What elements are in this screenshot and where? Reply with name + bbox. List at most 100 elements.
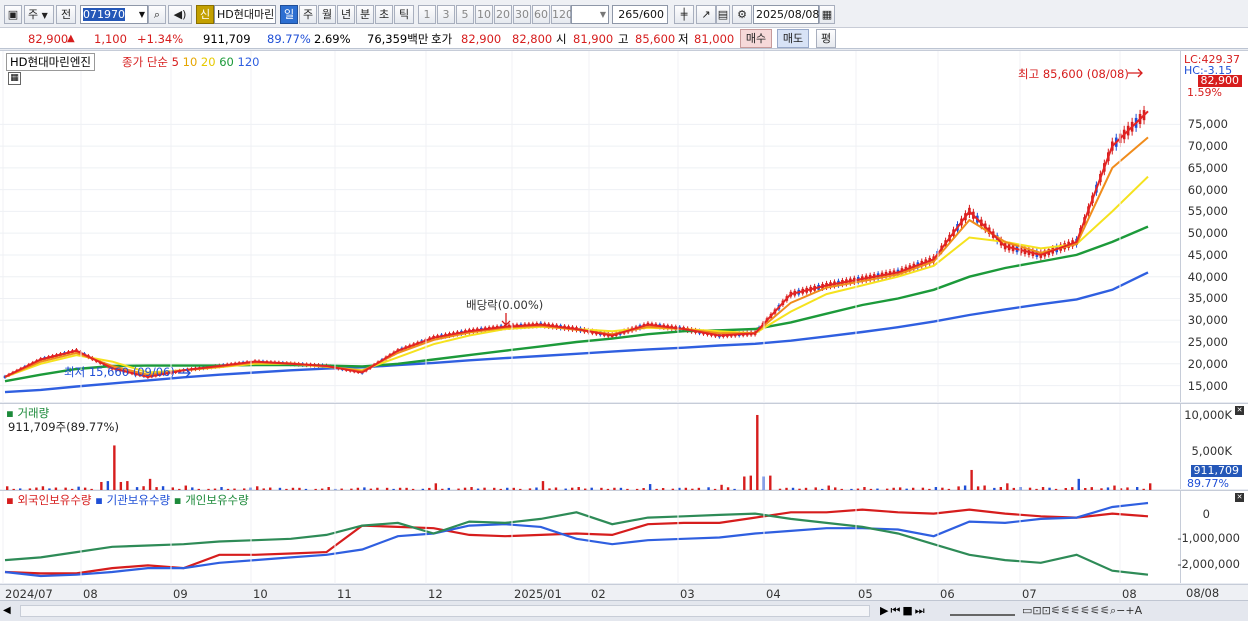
volume-bar <box>541 481 545 490</box>
y-tick-label: 75,000 <box>1187 117 1228 132</box>
date-input[interactable]: 2025/08/08 <box>753 5 819 24</box>
sell-button[interactable]: 매도 <box>777 29 809 48</box>
volume-chart[interactable] <box>0 404 1180 490</box>
speaker-icon[interactable]: ◀) <box>168 5 192 24</box>
scroll-left-icon[interactable]: ◀ <box>3 604 17 618</box>
volume-bar <box>126 481 129 490</box>
trade-amount: 76,359백만 <box>367 32 429 46</box>
custom-tick-select[interactable]: ▼ <box>571 5 609 24</box>
tick-5[interactable]: 5 <box>456 5 474 24</box>
y-tick-label: 55,000 <box>1187 204 1228 219</box>
chevron-down-icon[interactable]: ▼ <box>600 6 606 23</box>
price-change-pct: +1.34% <box>137 32 184 46</box>
current-price: 82,900 <box>28 32 69 46</box>
y-tick-label: 60,000 <box>1187 182 1228 197</box>
save-icon[interactable]: ▤ <box>716 5 730 24</box>
volume-panel: ▪ 거래량 911,709주(89.77%) 10,000K 5,000K 91… <box>0 403 1248 490</box>
volume-bar <box>1006 483 1009 490</box>
y-tick-label: 65,000 <box>1187 160 1228 175</box>
tick-1[interactable]: 1 <box>418 5 436 24</box>
zoom-slider[interactable] <box>950 606 1015 616</box>
dividend-annotation: 배당락(0.00%) <box>466 298 544 312</box>
ma60-legend: 60 <box>219 55 234 69</box>
x-axis: 2024/07 08 09 10 11 12 2025/01 02 03 04 05 06 07 08 0… <box>0 584 1248 601</box>
y-tick-label: 25,000 <box>1187 335 1228 350</box>
ma5-legend: 5 <box>171 55 179 69</box>
volume-value: 911,709 <box>203 32 251 46</box>
period-dropdown[interactable]: 주 ▼ <box>24 5 54 24</box>
buy-button[interactable]: 매수 <box>740 29 772 48</box>
y-tick-label: 35,000 <box>1187 291 1228 306</box>
tab-second[interactable]: 초 <box>375 5 393 24</box>
chart-title[interactable]: HD현대마린엔진 <box>6 53 95 71</box>
bottom-bar: ◀ ▶⏮■⏭ ▭⊡⊡⚟⚟⚟⚟⚟⚟⌕−+A <box>0 600 1248 621</box>
x-tick-label: 07 <box>1022 587 1037 601</box>
bid-price: 82,800 <box>512 32 553 46</box>
x-tick-label: 09 <box>173 587 188 601</box>
quote-bar: 82,900 ▲ 1,100 +1.34% 911,709 89.77% 2.6… <box>0 28 1248 49</box>
turnover-ratio: 2.69% <box>314 32 351 46</box>
price-panel: HD현대마린엔진 종가 단순 5 10 20 60 120 ▦ 최고 85,60… <box>0 50 1248 403</box>
chart-type-icon[interactable]: ▣ <box>4 5 22 24</box>
chart-tools-icons[interactable]: ▭⊡⊡⚟⚟⚟⚟⚟⚟⌕−+A <box>1022 604 1142 618</box>
tab-tick[interactable]: 틱 <box>394 5 414 24</box>
volume-ratio: 89.77% <box>267 32 311 46</box>
tick-30[interactable]: 30 <box>513 5 531 24</box>
search-icon[interactable]: ⌕ <box>148 5 166 24</box>
volume-bar <box>1149 483 1152 490</box>
open-label: 시 <box>556 32 567 46</box>
hold-tick-2m: -2,000,000 <box>1177 557 1240 571</box>
playback-controls[interactable]: ▶⏮■⏭ <box>880 604 927 618</box>
tab-yearly[interactable]: 년 <box>337 5 355 24</box>
x-tick-label: 08 <box>1122 587 1137 601</box>
tab-weekly[interactable]: 주 <box>299 5 317 24</box>
open-price: 81,900 <box>573 32 614 46</box>
tick-10[interactable]: 10 <box>475 5 493 24</box>
price-chart[interactable] <box>0 51 1180 403</box>
holdings-y-axis: 0 -1,000,000 -2,000,000 ✕ <box>1177 491 1248 583</box>
tick-20[interactable]: 20 <box>494 5 512 24</box>
close-icon[interactable]: ✕ <box>1235 406 1244 415</box>
ask-label: 호가 <box>431 32 453 46</box>
gear-icon[interactable]: ⚙ <box>732 5 752 24</box>
horizontal-scrollbar[interactable] <box>20 605 870 617</box>
x-tick-label: 10 <box>253 587 268 601</box>
hts-chart-window: ▣ 주 ▼ 전 071970 ▼ ⌕ ◀) 신 HD현대마린 일 주 월 년 분 … <box>0 0 1248 621</box>
x-tick-label: 05 <box>858 587 873 601</box>
ma-legend: 종가 단순 5 10 20 60 120 <box>122 54 259 70</box>
ma-legend-label: 종가 단순 <box>122 55 168 69</box>
y-tick-label: 20,000 <box>1187 356 1228 371</box>
close-icon[interactable]: ✕ <box>1235 493 1244 502</box>
tab-monthly[interactable]: 월 <box>318 5 336 24</box>
chevron-down-icon[interactable]: ▼ <box>139 6 145 23</box>
ma10-legend: 10 <box>182 55 198 69</box>
price-change: 1,100 <box>94 32 127 46</box>
low-price: 81,000 <box>694 32 735 46</box>
new-badge[interactable]: 신 <box>196 5 214 24</box>
institution-holding-line <box>4 501 1149 578</box>
y-tick-label: 70,000 <box>1187 139 1228 154</box>
tick-120[interactable]: 120 <box>551 5 573 24</box>
x-tick-label: 04 <box>766 587 781 601</box>
tab-minute[interactable]: 분 <box>356 5 374 24</box>
institution-legend: ▪ 기관보유수량 <box>95 493 171 507</box>
tick-60[interactable]: 60 <box>532 5 550 24</box>
volume-bar <box>100 481 103 490</box>
drawing-tool-icon[interactable]: ↗ <box>696 5 716 24</box>
tab-daily[interactable]: 일 <box>280 5 298 24</box>
candle-style-icon[interactable]: ╪ <box>674 5 694 24</box>
bar-count-field[interactable]: 265/600 <box>612 5 668 24</box>
ask-price: 82,900 <box>461 32 502 46</box>
max-annotation: 최고 85,600 (08/08) <box>1018 67 1129 81</box>
tick-3[interactable]: 3 <box>437 5 455 24</box>
calendar-icon[interactable]: ▦ <box>819 5 835 24</box>
prev-button[interactable]: 전 <box>56 5 76 24</box>
flat-button[interactable]: 평 <box>816 29 836 48</box>
y-tick-label: 30,000 <box>1187 313 1228 328</box>
vol-tick-10000k: 10,000K <box>1184 408 1232 422</box>
code-input[interactable]: 071970 ▼ <box>80 5 148 24</box>
stock-name-field[interactable]: HD현대마린 <box>214 5 276 24</box>
data-table-icon[interactable]: ▦ <box>8 72 21 85</box>
y-tick-label: 50,000 <box>1187 226 1228 241</box>
x-tick-label: 06 <box>940 587 955 601</box>
